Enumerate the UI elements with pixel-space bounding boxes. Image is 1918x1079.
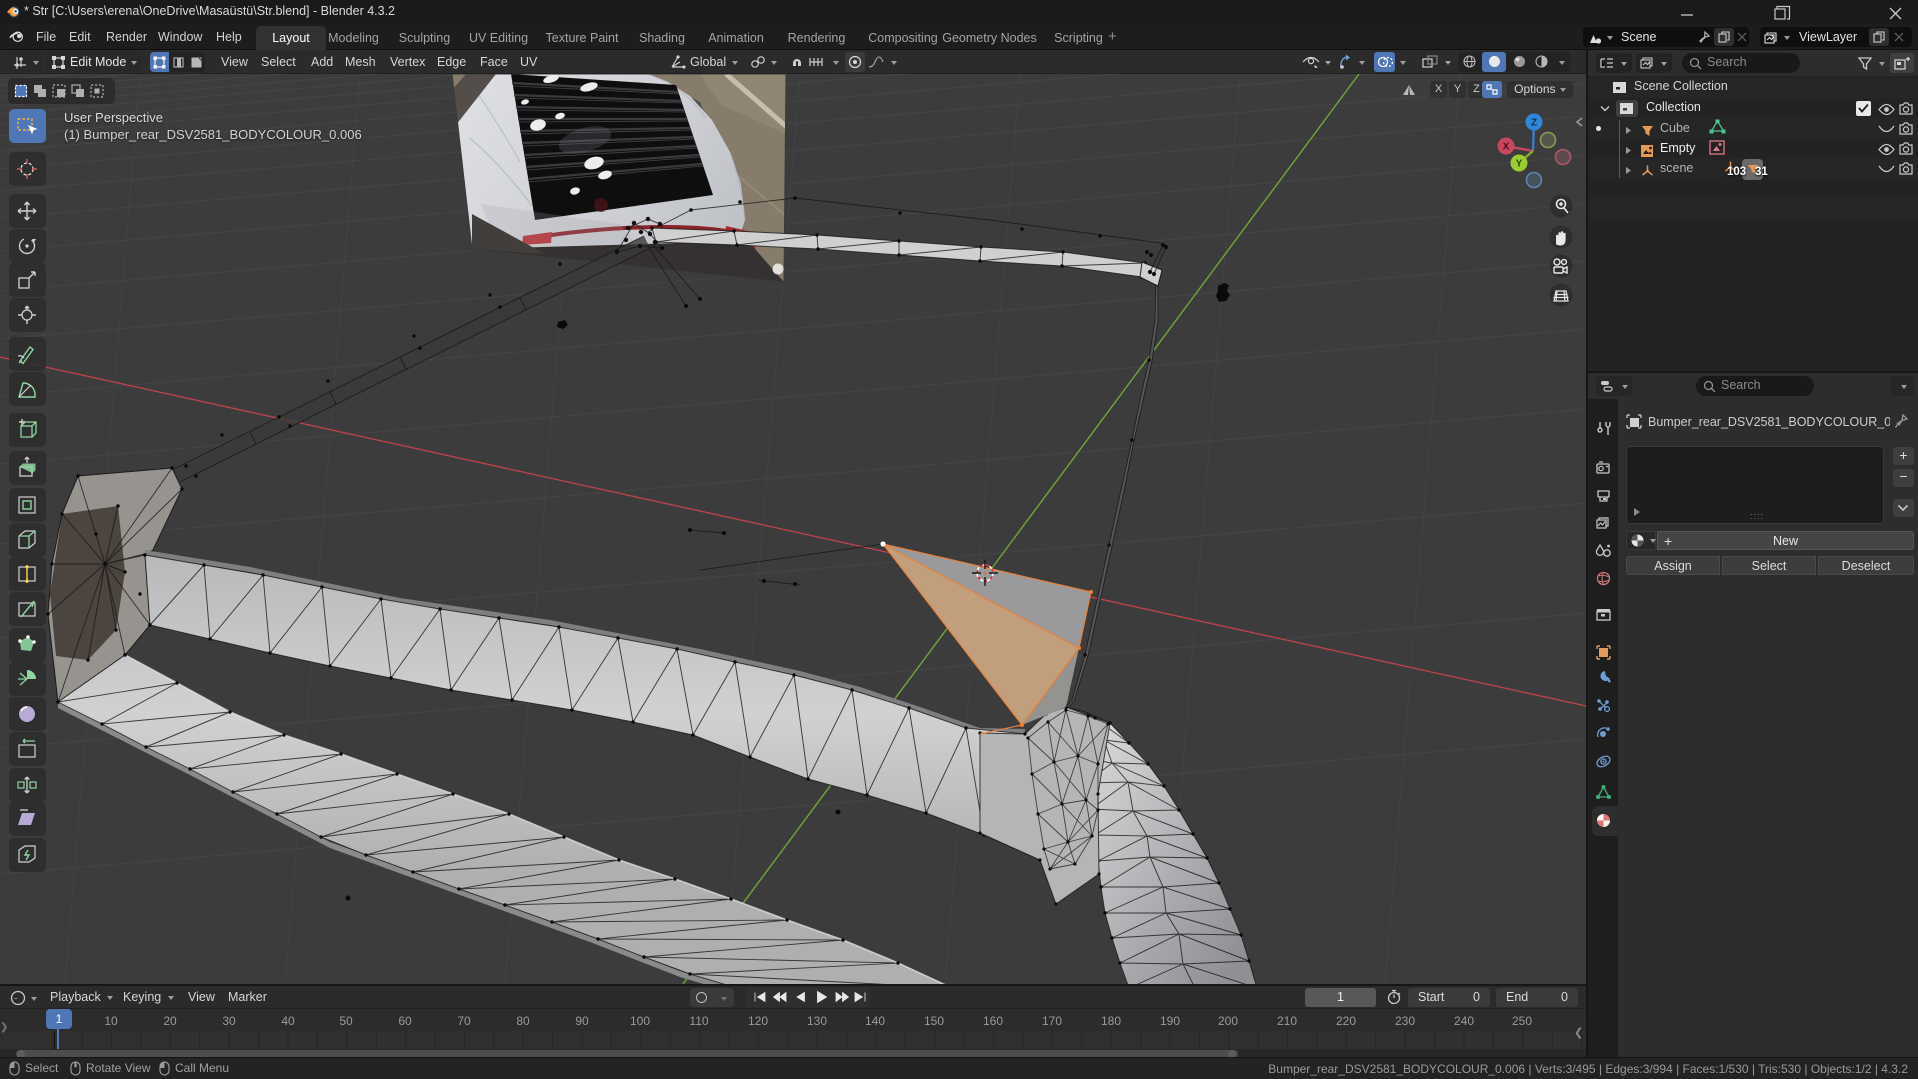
svg-text:Z: Z <box>1531 118 1537 129</box>
svg-text:X: X <box>1503 142 1510 153</box>
svg-text:Y: Y <box>1516 159 1523 170</box>
